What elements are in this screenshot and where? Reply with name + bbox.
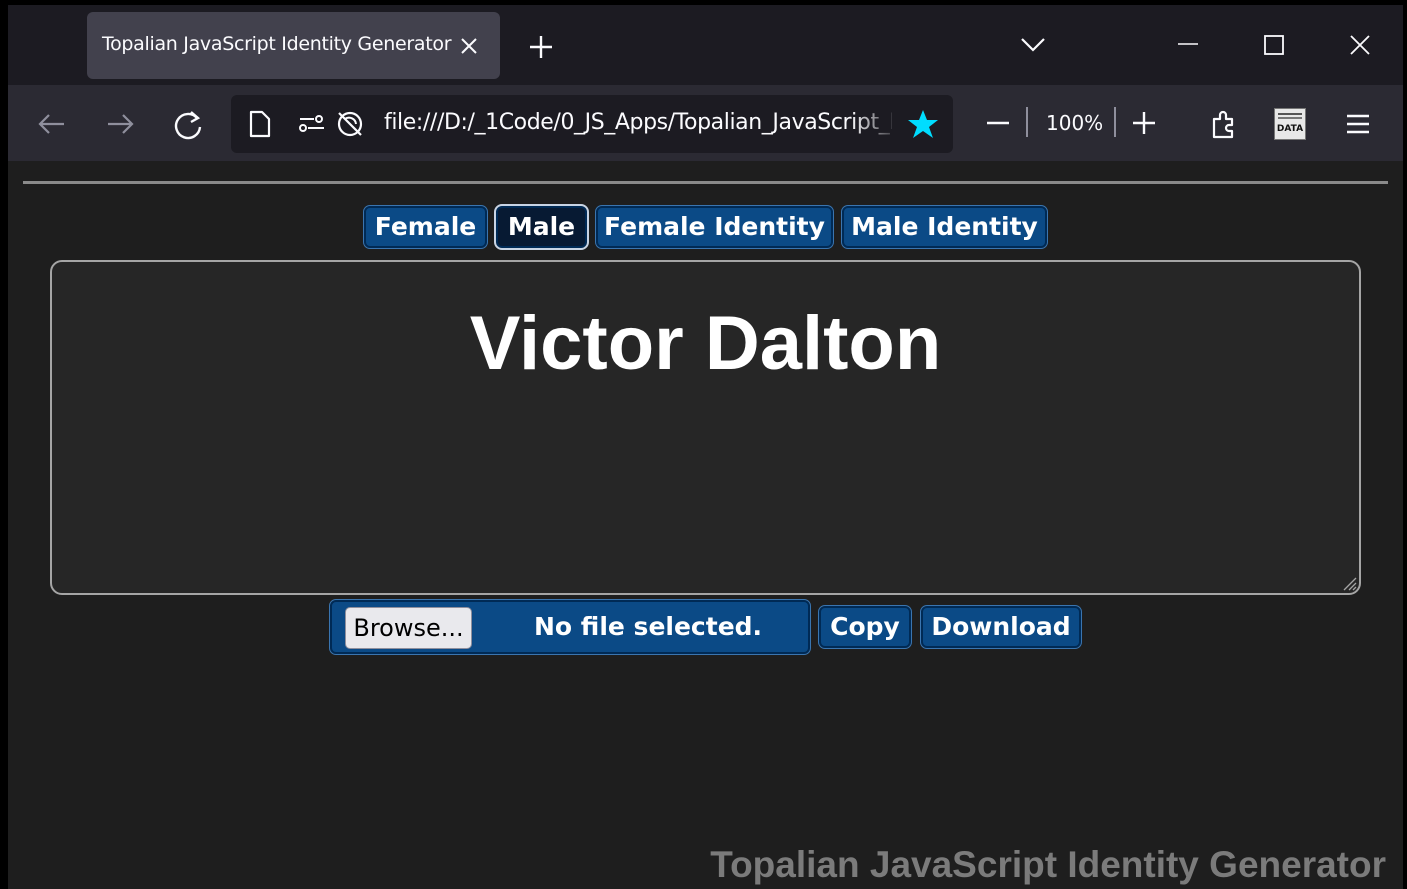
bookmark-star-icon[interactable] xyxy=(907,109,939,139)
zoom-level[interactable]: 100% xyxy=(1046,111,1103,135)
new-tab-icon[interactable] xyxy=(528,34,554,60)
minimize-icon[interactable] xyxy=(1177,29,1199,51)
page-icon xyxy=(249,110,271,138)
data-extension-icon[interactable]: DATA xyxy=(1274,108,1306,140)
tracking-protection-icon[interactable] xyxy=(335,109,365,139)
download-button[interactable]: Download xyxy=(920,605,1082,649)
footer-title: Topalian JavaScript Identity Generator xyxy=(710,844,1386,885)
resize-grip-icon[interactable] xyxy=(1341,575,1357,591)
female-identity-button[interactable]: Female Identity xyxy=(595,205,834,249)
menu-icon[interactable] xyxy=(1342,108,1374,140)
copy-button[interactable]: Copy xyxy=(818,605,912,649)
chevron-down-icon[interactable] xyxy=(1020,35,1046,55)
close-window-icon[interactable] xyxy=(1349,34,1371,56)
male-identity-button[interactable]: Male Identity xyxy=(841,205,1048,249)
close-tab-icon[interactable] xyxy=(459,36,479,56)
url-text[interactable]: file:///D:/_1Code/0_JS_Apps/Topalian_Jav… xyxy=(384,110,892,135)
male-button[interactable]: Male xyxy=(494,204,589,250)
identity-output-textarea[interactable]: Victor Dalton xyxy=(50,260,1361,595)
browser-window: Topalian JavaScript Identity Generator f… xyxy=(8,5,1403,889)
forward-arrow-icon[interactable] xyxy=(104,108,136,140)
permissions-icon[interactable] xyxy=(298,112,326,136)
female-button[interactable]: Female xyxy=(363,205,488,249)
page-content: Female Male Female Identity Male Identit… xyxy=(8,161,1403,889)
zoom-out-icon[interactable] xyxy=(982,107,1014,139)
back-arrow-icon[interactable] xyxy=(36,108,68,140)
navigation-bar: file:///D:/_1Code/0_JS_Apps/Topalian_Jav… xyxy=(8,85,1403,161)
reload-icon[interactable] xyxy=(172,109,204,141)
extensions-icon[interactable] xyxy=(1208,107,1240,139)
data-extension-label: DATA xyxy=(1276,124,1304,134)
address-bar[interactable]: file:///D:/_1Code/0_JS_Apps/Topalian_Jav… xyxy=(231,95,953,153)
browse-button[interactable]: Browse... xyxy=(345,607,472,649)
tab-identity-generator[interactable]: Topalian JavaScript Identity Generator xyxy=(87,12,500,79)
tab-title: Topalian JavaScript Identity Generator xyxy=(102,33,452,55)
zoom-in-icon[interactable] xyxy=(1128,107,1160,139)
file-status: No file selected. xyxy=(534,612,763,641)
divider xyxy=(23,181,1388,184)
identity-output-text: Victor Dalton xyxy=(469,301,942,386)
file-input[interactable]: Browse... No file selected. xyxy=(329,599,811,655)
tab-strip: Topalian JavaScript Identity Generator xyxy=(8,5,1403,85)
maximize-icon[interactable] xyxy=(1263,35,1285,57)
